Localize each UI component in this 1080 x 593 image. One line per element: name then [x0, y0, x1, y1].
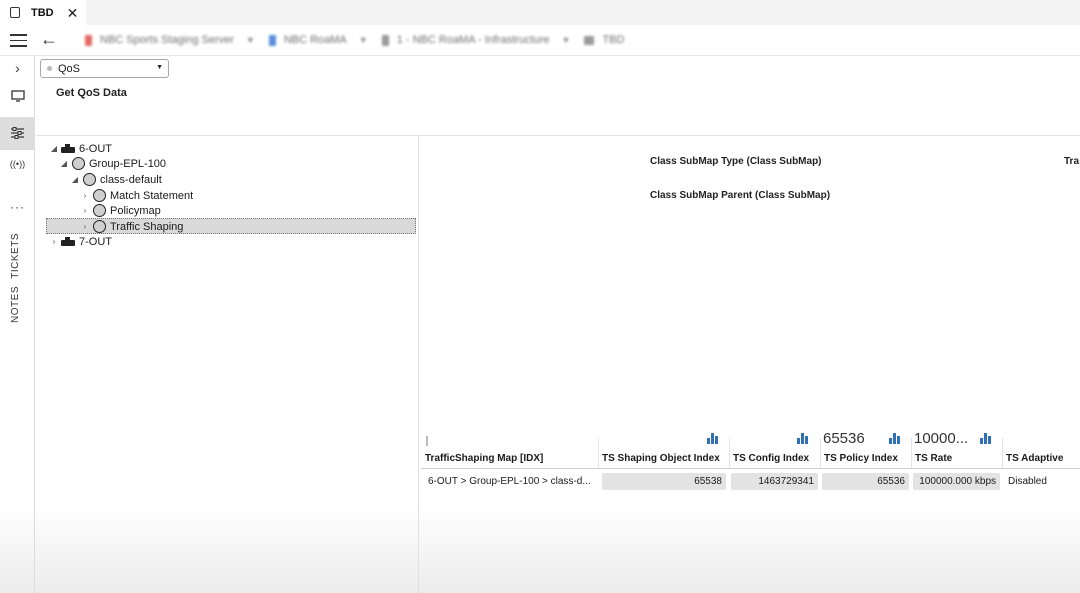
collapse-arrow-icon[interactable]: ◢	[59, 159, 69, 168]
table-cell-shaping-object-index[interactable]: 65538	[602, 473, 726, 490]
class-submap-type-label: Class SubMap Type (Class SubMap)	[650, 156, 822, 167]
back-arrow-icon[interactable]: ←	[40, 29, 58, 50]
column-header[interactable]: TS Shaping Object Index	[602, 453, 720, 464]
tab-title: TBD	[31, 6, 54, 19]
breadcrumb-label: TBD	[602, 34, 625, 46]
column-header[interactable]: TrafficShaping Map [IDX]	[425, 453, 543, 464]
table-cell-path[interactable]: 6-OUT > Group-EPL-100 > class-d...	[428, 473, 598, 490]
chevron-down-icon: ▼	[245, 35, 255, 45]
divider	[36, 135, 1080, 136]
chevron-down-icon: ▼	[358, 35, 368, 45]
table-cell-adaptive[interactable]: Disabled	[1008, 473, 1078, 490]
expand-arrow-icon[interactable]: ›	[80, 222, 90, 231]
table-cell-policy-index[interactable]: 65536	[822, 473, 909, 490]
bar-chart-icon[interactable]	[797, 433, 811, 444]
stat-value: 65536	[823, 430, 865, 447]
folder-icon	[381, 34, 389, 46]
status-dot-icon	[47, 66, 52, 71]
device-icon	[61, 237, 75, 246]
tree-node-6-out[interactable]: ◢ 6-OUT	[49, 141, 112, 156]
tree-node-label: Match Statement	[110, 189, 194, 202]
bar-chart-icon[interactable]	[889, 433, 903, 444]
breadcrumb-item-tbd[interactable]: TBD	[584, 34, 624, 46]
tree-node-class-default[interactable]: ◢ class-default	[70, 172, 162, 187]
column-header[interactable]: TS Config Index	[733, 453, 809, 464]
tree-node-group[interactable]: ◢ Group-EPL-100	[59, 156, 166, 171]
breadcrumb-label: NBC Sports Staging Server	[100, 34, 234, 46]
header-divider	[421, 468, 1080, 469]
column-marker	[426, 436, 428, 446]
policy-circle-icon	[93, 189, 106, 202]
window-icon	[10, 7, 20, 18]
get-qos-data-button[interactable]: Get QoS Data	[56, 87, 127, 99]
policy-circle-icon	[93, 204, 106, 217]
table-cell-config-index[interactable]: 1463729341	[731, 473, 818, 490]
column-separator[interactable]	[820, 438, 821, 468]
tickets-tab[interactable]: TICKETS	[10, 233, 21, 279]
chevron-down-icon: ▼	[156, 64, 163, 71]
server-icon	[85, 34, 92, 46]
table-cell-rate[interactable]: 100000.000 kbps	[913, 473, 1000, 490]
tree-node-policymap[interactable]: › Policymap	[80, 203, 161, 218]
column-separator[interactable]	[598, 438, 599, 468]
tree-node-traffic-shaping[interactable]: › Traffic Shaping	[80, 219, 183, 234]
column-separator[interactable]	[729, 438, 730, 468]
notes-tab[interactable]: NOTES	[10, 286, 21, 323]
breadcrumb-item-server[interactable]: NBC Sports Staging Server ▼	[85, 34, 255, 46]
stat-value: 10000...	[914, 430, 969, 447]
tree-node-match-statement[interactable]: › Match Statement	[80, 188, 193, 203]
broadcast-icon[interactable]: ((•))	[0, 159, 35, 169]
splitter[interactable]	[418, 136, 419, 593]
tree-node-label: class-default	[100, 173, 162, 186]
tree-node-label: 7-OUT	[79, 235, 112, 248]
class-submap-parent-label: Class SubMap Parent (Class SubMap)	[650, 190, 831, 201]
breadcrumb-label: NBC RoaMA	[283, 34, 347, 46]
browser-tab[interactable]: TBD ✕	[0, 0, 86, 25]
breadcrumb: NBC Sports Staging Server ▼ NBC RoaMA ▼ …	[85, 34, 638, 46]
tree-node-label: Policymap	[110, 204, 161, 217]
select-value: QoS	[58, 62, 81, 75]
device-icon	[584, 35, 595, 45]
column-header[interactable]: TS Rate	[915, 453, 952, 464]
collapse-arrow-icon[interactable]: ◢	[49, 144, 59, 153]
monitor-icon[interactable]	[0, 90, 35, 110]
tree-node-label: Traffic Shaping	[110, 220, 184, 233]
device-icon	[61, 144, 75, 153]
more-icon[interactable]: ···	[0, 200, 35, 214]
expand-arrow-icon[interactable]: ›	[80, 191, 90, 200]
tree-node-7-out[interactable]: › 7-OUT	[49, 234, 112, 249]
bottom-shade	[0, 505, 1080, 593]
breadcrumb-label: 1 - NBC RoaMA - Infrastructure	[396, 34, 550, 46]
column-header[interactable]: TS Policy Index	[824, 453, 898, 464]
policy-circle-icon	[72, 157, 85, 170]
chevron-right-icon[interactable]: ›	[0, 60, 35, 76]
menu-icon[interactable]	[10, 34, 27, 47]
close-icon[interactable]: ✕	[67, 6, 79, 20]
tree-node-label: Group-EPL-100	[89, 157, 167, 170]
chevron-down-icon: ▼	[561, 35, 571, 45]
object-type-select[interactable]: QoS ▼	[40, 59, 169, 78]
tree-node-label: 6-OUT	[79, 142, 112, 155]
expand-arrow-icon[interactable]: ›	[49, 237, 59, 246]
expand-arrow-icon[interactable]: ›	[80, 206, 90, 215]
collapse-arrow-icon[interactable]: ◢	[70, 175, 80, 184]
column-separator[interactable]	[911, 438, 912, 468]
traffic-shaping-table: 65536 10000... TrafficShaping Map [IDX] …	[421, 426, 1080, 506]
column-separator[interactable]	[1002, 438, 1003, 468]
policy-circle-icon	[93, 220, 106, 233]
bar-chart-icon[interactable]	[980, 433, 994, 444]
left-rail: › ((•)) ··· TICKETS NOTES	[0, 56, 35, 593]
navigation-bar: ← NBC Sports Staging Server ▼ NBC RoaMA …	[0, 25, 1080, 56]
policy-circle-icon	[83, 173, 96, 186]
sliders-icon[interactable]	[0, 117, 35, 150]
site-icon	[268, 34, 276, 46]
breadcrumb-item-roama[interactable]: NBC RoaMA ▼	[268, 34, 368, 46]
title-bar: TBD ✕	[0, 0, 1080, 25]
column-header[interactable]: TS Adaptive	[1006, 453, 1063, 464]
truncated-field-label: Tra	[1064, 156, 1080, 167]
breadcrumb-item-infrastructure[interactable]: 1 - NBC RoaMA - Infrastructure ▼	[381, 34, 571, 46]
bar-chart-icon[interactable]	[707, 433, 721, 444]
